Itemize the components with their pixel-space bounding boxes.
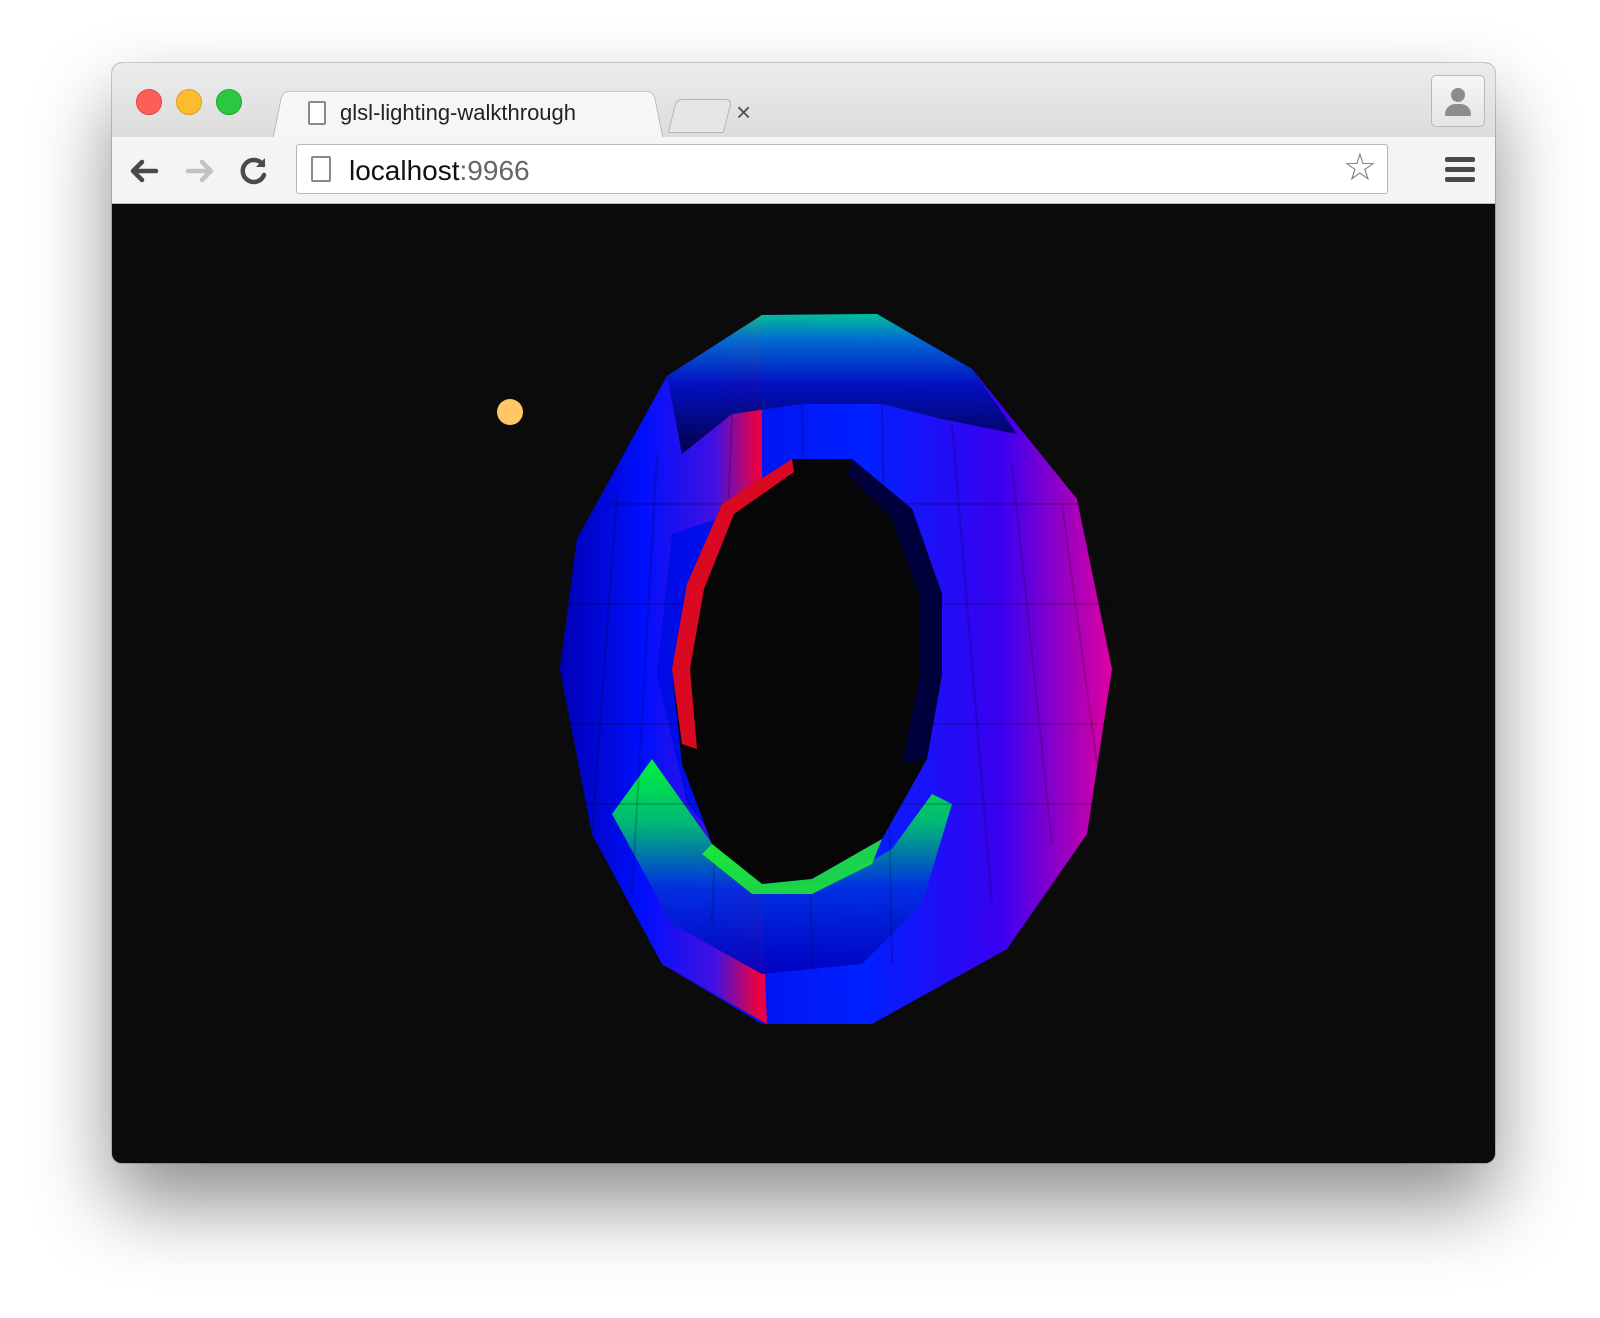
light-source (497, 399, 523, 425)
new-tab-button[interactable] (667, 99, 733, 133)
reload-icon[interactable] (236, 153, 272, 189)
browser-window: glsl-lighting-walkthrough × localhost:99… (112, 63, 1495, 1163)
maximize-window-button[interactable] (216, 89, 242, 115)
tab-glsl-lighting-walkthrough[interactable]: glsl-lighting-walkthrough × (292, 93, 751, 137)
back-arrow-svg (130, 159, 159, 183)
title-bar: glsl-lighting-walkthrough × (112, 63, 1495, 140)
hamburger-menu-icon[interactable] (1445, 157, 1475, 183)
menu-line (1445, 167, 1475, 172)
profile-icon-body (1445, 104, 1471, 116)
webgl-canvas[interactable] (112, 204, 1495, 1163)
url-port: :9966 (459, 155, 530, 186)
page-icon (311, 156, 331, 182)
close-window-button[interactable] (136, 89, 162, 115)
address-bar[interactable]: localhost:9966 ☆ (296, 144, 1388, 194)
back-arrow-icon[interactable] (126, 153, 162, 189)
browser-toolbar: localhost:9966 ☆ (112, 137, 1495, 204)
url-text[interactable]: localhost:9966 (349, 155, 530, 187)
forward-arrow-svg (185, 159, 214, 183)
minimize-window-button[interactable] (176, 89, 202, 115)
bookmark-star-icon[interactable]: ☆ (1343, 148, 1377, 188)
url-host: localhost (349, 155, 460, 186)
profile-icon (1451, 88, 1465, 102)
forward-arrow-icon[interactable] (182, 153, 218, 189)
profile-button[interactable] (1431, 75, 1485, 127)
close-tab-icon[interactable]: × (736, 97, 751, 128)
menu-line (1445, 177, 1475, 182)
torus-scene (497, 314, 1112, 1024)
menu-line (1445, 157, 1475, 162)
reload-svg (240, 157, 267, 185)
tab-title: glsl-lighting-walkthrough (340, 100, 577, 125)
page-icon (308, 101, 326, 125)
